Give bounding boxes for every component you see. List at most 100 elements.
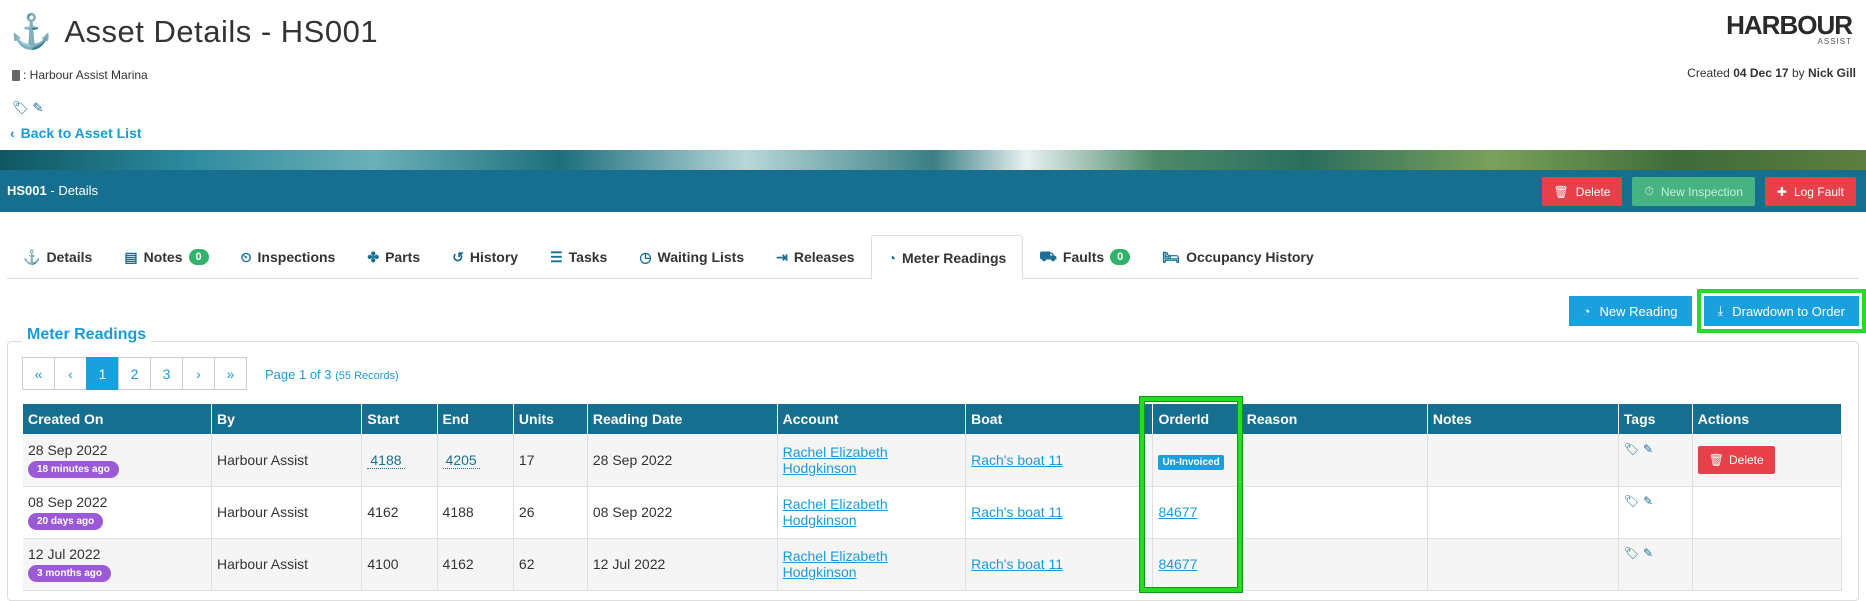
column-header[interactable]: Boat — [965, 404, 1154, 434]
page-last-button[interactable]: » — [214, 357, 247, 390]
tab-faults[interactable]: ⛟ Faults 0 — [1023, 235, 1146, 279]
account-link[interactable]: Rachel Elizabeth Hodgkinson — [783, 444, 888, 476]
column-header[interactable]: Notes — [1427, 404, 1619, 434]
edit-icon[interactable]: ✎ — [33, 100, 44, 116]
start-editable[interactable]: 4188 — [367, 451, 405, 469]
delete-label: Delete — [1575, 184, 1611, 199]
release-icon: ⇥ — [776, 248, 788, 265]
tab-releases[interactable]: ⇥ Releases — [760, 235, 870, 279]
column-header[interactable]: Tags — [1618, 404, 1693, 434]
reason-cell — [1241, 486, 1428, 539]
delete-reading-button[interactable]: 🗑 Delete — [1697, 445, 1775, 474]
location-text: : Harbour Assist Marina — [23, 68, 148, 82]
download-icon: ⤓ — [1717, 303, 1724, 318]
column-header[interactable]: Reason — [1241, 404, 1428, 434]
order-cell: Un-Invoiced — [1152, 434, 1242, 487]
drawdown-to-order-button[interactable]: ⤓ Drawdown to Order — [1696, 289, 1866, 333]
column-header[interactable]: Created On — [23, 404, 213, 434]
tab-parts[interactable]: ✤ Parts — [351, 235, 436, 279]
back-link-label: Back to Asset List — [20, 125, 142, 141]
tags-cell: 🏷 ✎ — [1618, 434, 1693, 487]
tab-occupancy-history[interactable]: 🛏 Occupancy History — [1146, 235, 1329, 279]
logo: HARBOUR ASSIST — [1726, 10, 1853, 46]
edit-icon[interactable]: ✎ — [1643, 442, 1653, 456]
page-2-button[interactable]: 2 — [118, 357, 151, 390]
created-date: 12 Jul 2022 — [28, 546, 101, 562]
tab-details[interactable]: ⚓ Details — [7, 235, 108, 279]
tab-notes[interactable]: ▤ Notes 0 — [108, 235, 224, 279]
tab-tasks[interactable]: ☰ Tasks — [534, 235, 623, 279]
by-cell: Harbour Assist — [211, 538, 363, 591]
boat-link[interactable]: Rach's boat 11 — [971, 504, 1063, 520]
asset-code: HS001 — [7, 183, 47, 198]
tab-label: Releases — [793, 249, 855, 265]
pagination: « ‹ 1 2 3 › » — [22, 357, 247, 390]
created-by: Nick Gill — [1807, 66, 1856, 80]
tab-meter-readings[interactable]: ◔ Meter Readings — [870, 235, 1024, 280]
boat-cell: Rach's boat 11 — [965, 538, 1154, 591]
new-reading-button[interactable]: ◔ New Reading — [1568, 296, 1692, 326]
clock-icon: ◷ — [639, 248, 652, 265]
chevron-left-icon: ‹ — [10, 125, 15, 141]
edit-icon[interactable]: ✎ — [1643, 494, 1653, 508]
edit-icon[interactable]: ✎ — [1643, 546, 1653, 560]
page-prev-button[interactable]: ‹ — [54, 357, 87, 390]
back-to-asset-list-link[interactable]: ‹ Back to Asset List — [10, 125, 142, 141]
boat-link[interactable]: Rach's boat 11 — [971, 452, 1063, 468]
tab-label: Inspections — [257, 249, 336, 265]
column-header[interactable]: OrderId — [1152, 404, 1242, 434]
column-header[interactable]: Units — [513, 404, 588, 434]
order-link[interactable]: 84677 — [1158, 504, 1197, 520]
created-date: 28 Sep 2022 — [28, 441, 108, 458]
page-header: ⚓ Asset Details - HS001 : Harbour Assist… — [0, 0, 1866, 150]
time-ago-badge: 20 days ago — [28, 513, 104, 530]
tab-history[interactable]: ↺ History — [436, 235, 534, 279]
notes-count-badge: 0 — [188, 249, 209, 265]
page-3-button[interactable]: 3 — [150, 357, 183, 390]
tab-inspections[interactable]: ⏲ Inspections — [225, 235, 352, 279]
page-next-button[interactable]: › — [182, 357, 215, 390]
new-inspection-label: New Inspection — [1660, 184, 1743, 199]
tab-label: Faults — [1062, 249, 1105, 265]
log-fault-button[interactable]: ✚ Log Fault — [1764, 177, 1856, 206]
tab-waiting-lists[interactable]: ◷ Waiting Lists — [623, 235, 760, 279]
page-info-text: Page 1 of 3 — [265, 367, 332, 382]
delete-asset-button[interactable]: 🗑 Delete — [1541, 177, 1623, 206]
tag-icon[interactable]: 🏷 — [1624, 546, 1639, 560]
meter-icon: ◔ — [1582, 303, 1591, 319]
end-editable[interactable]: 4205 — [442, 451, 480, 469]
column-header[interactable]: Actions — [1692, 404, 1843, 434]
order-link[interactable]: 84677 — [1158, 556, 1197, 572]
column-header[interactable]: By — [211, 404, 363, 434]
tab-label: Meter Readings — [902, 249, 1007, 266]
page-1-button[interactable]: 1 — [86, 357, 119, 390]
time-ago-badge: 18 minutes ago — [28, 460, 119, 478]
column-header[interactable]: Reading Date — [587, 404, 778, 434]
faults-count-badge: 0 — [1110, 249, 1131, 265]
tag-icon[interactable]: 🏷 — [1624, 442, 1639, 456]
tab-label: Occupancy History — [1186, 249, 1314, 265]
uninvoiced-badge: Un-Invoiced — [1158, 454, 1224, 470]
anchor-icon: ⚓ — [10, 13, 53, 51]
account-link[interactable]: Rachel Elizabeth Hodgkinson — [783, 496, 888, 528]
end-cell: 4205 — [437, 434, 514, 487]
column-header[interactable]: Start — [361, 404, 438, 434]
page-first-button[interactable]: « — [22, 357, 55, 390]
boat-link[interactable]: Rach's boat 11 — [971, 556, 1063, 572]
account-link[interactable]: Rachel Elizabeth Hodgkinson — [783, 548, 888, 580]
tag-icon[interactable]: 🏷 — [12, 100, 29, 116]
account-cell: Rachel Elizabeth Hodgkinson — [777, 538, 967, 591]
units-cell: 26 — [513, 486, 588, 539]
reason-cell — [1241, 434, 1428, 487]
column-header[interactable]: End — [437, 404, 514, 434]
tag-icon[interactable]: 🏷 — [1624, 494, 1639, 508]
end-cell: 4188 — [437, 486, 514, 539]
created-by-word: by — [1791, 66, 1805, 80]
bar-buttons: 🗑 Delete ⏱ New Inspection ✚ Log Fault — [1541, 177, 1856, 206]
units-cell: 17 — [513, 434, 588, 487]
new-inspection-button[interactable]: ⏱ New Inspection — [1632, 177, 1755, 206]
bed-icon: 🛏 — [1162, 248, 1181, 265]
actions-cell — [1692, 538, 1843, 591]
created-cell: 28 Sep 2022 18 minutes ago — [23, 434, 213, 487]
column-header[interactable]: Account — [777, 404, 967, 434]
